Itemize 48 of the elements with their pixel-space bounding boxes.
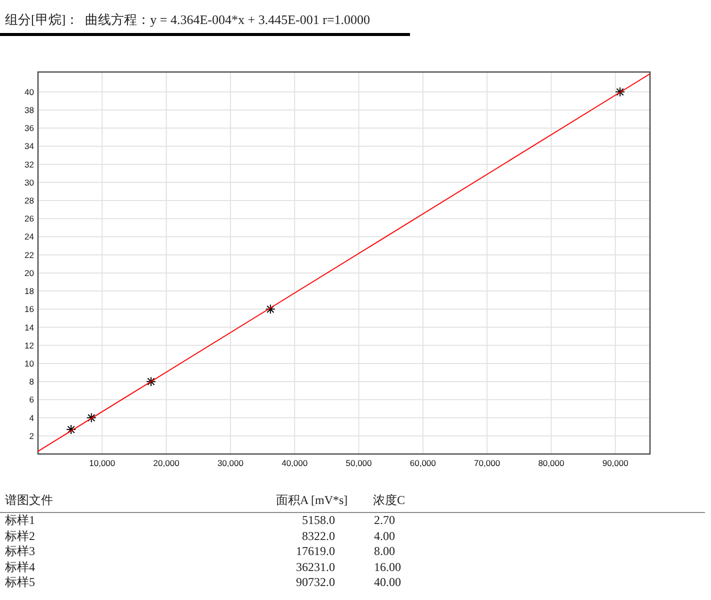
table-cell-text: 标样2 xyxy=(4,528,36,544)
y-tick-label: 38 xyxy=(24,105,34,116)
table-cell-text: 标样4 xyxy=(4,560,36,575)
table-cell-text: 17619.0 xyxy=(295,544,336,560)
table-cell-text: 8322.0 xyxy=(301,528,336,544)
y-tick-label: 26 xyxy=(24,214,34,224)
x-tick-label: 60,000 xyxy=(410,458,436,468)
y-tick-label: 30 xyxy=(24,177,34,188)
y-tick-label: 16 xyxy=(24,304,34,314)
y-tick-label: 36 xyxy=(24,123,34,134)
x-tick-label: 30,000 xyxy=(217,458,244,468)
x-tick-label: 70,000 xyxy=(474,458,500,468)
table-cell-text: 16.00 xyxy=(373,560,402,575)
y-tick-label: 12 xyxy=(24,340,34,350)
y-tick-label: 24 xyxy=(24,232,34,242)
y-tick-label: 4 xyxy=(29,412,34,423)
y-tick-label: 14 xyxy=(24,322,34,332)
y-tick-label: 28 xyxy=(24,196,34,206)
column-header: 浓度C xyxy=(360,492,410,513)
table-cell-text: 标样1 xyxy=(4,513,36,528)
table-cell-text: 标样3 xyxy=(4,544,36,560)
table-cell-text: 5158.0 xyxy=(301,513,336,528)
table-cell-text: 8.00 xyxy=(373,544,396,560)
table-cell-text: 36231.0 xyxy=(295,560,336,575)
y-tick-label: 6 xyxy=(29,394,34,405)
y-tick-label: 8 xyxy=(29,376,34,387)
y-tick-label: 34 xyxy=(24,141,34,152)
y-tick-label: 10 xyxy=(24,358,34,368)
column-header: 谱图文件 xyxy=(0,492,276,513)
y-tick-label: 18 xyxy=(24,286,34,296)
curve-equation-title: 组分[甲烷]： 曲线方程：y = 4.364E-004*x + 3.445E-001 r=1.0000 xyxy=(5,11,370,29)
x-tick-label: 40,000 xyxy=(282,458,308,468)
y-tick-label: 22 xyxy=(24,250,34,260)
column-header: 面积A [mV*s] xyxy=(276,492,360,513)
table-cell-text: 90732.0 xyxy=(295,575,336,590)
table-cell-text: 40.00 xyxy=(373,575,402,590)
x-tick-label: 50,000 xyxy=(346,458,372,468)
y-tick-label: 32 xyxy=(24,159,34,170)
y-tick-label: 20 xyxy=(24,268,34,278)
x-tick-label: 80,000 xyxy=(538,458,564,468)
x-tick-label: 20,000 xyxy=(153,458,180,468)
y-tick-label: 2 xyxy=(29,430,34,441)
table-cell-text: 标样5 xyxy=(4,575,36,590)
table-cell-text: 2.70 xyxy=(373,513,396,528)
x-tick-label: 90,000 xyxy=(602,458,628,468)
y-tick-label: 40 xyxy=(24,86,34,97)
table-cell-text: 4.00 xyxy=(373,528,396,544)
x-tick-label: 10,000 xyxy=(89,458,116,468)
